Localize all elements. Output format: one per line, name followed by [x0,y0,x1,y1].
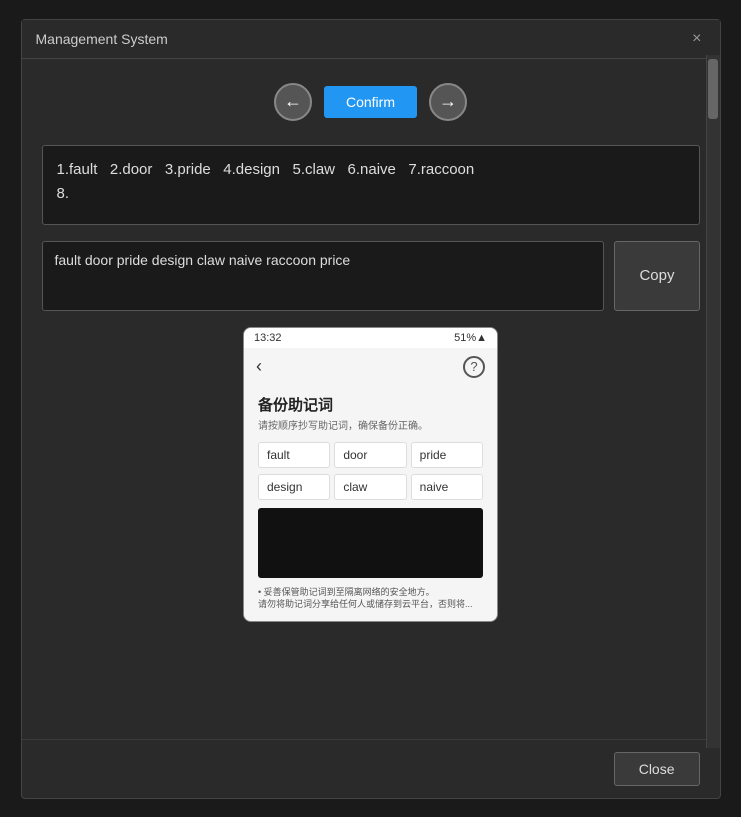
phone-footer-line2: 请勿将助记词分享给任何人或储存到云平台，否则将... [258,599,473,609]
forward-icon: → [439,91,457,112]
dialog-close-button[interactable]: × [688,30,705,48]
phone-word-6: naive [411,474,483,500]
close-button[interactable]: Close [614,752,700,786]
forward-button[interactable]: → [429,83,467,121]
phone-footer-text: • 妥善保管助记词到至隔离网络的安全地方。 请勿将助记词分享给任何人或储存到云平… [258,586,483,611]
mnemonic-numbered-display: 1.fault 2.door 3.pride 4.design 5.claw 6… [42,145,700,225]
back-button[interactable]: ← [274,83,312,121]
phone-word-4: design [258,474,330,500]
phone-black-box [258,508,483,578]
mnemonic-plain-area: fault door pride design claw naive racco… [42,241,605,311]
mnemonic-numbered-text: 1.fault 2.door 3.pride 4.design 5.claw 6… [57,161,475,202]
phone-statusbar: 13:32 51%▲ [244,328,497,348]
phone-mockup: 13:32 51%▲ ‹ ? 备份助记词 请按顺序抄写助记词，确保备份正确。 f… [243,327,498,622]
phone-content: 备份助记词 请按顺序抄写助记词，确保备份正确。 fault door pride… [244,386,497,621]
phone-word-3: pride [411,442,483,468]
phone-page-subtitle: 请按顺序抄写助记词，确保备份正确。 [258,417,483,432]
management-dialog: Management System × ← Confirm → 1.fault … [21,19,721,799]
phone-header: ‹ ? [244,348,497,386]
copy-button[interactable]: Copy [614,241,699,311]
nav-row: ← Confirm → [42,79,700,129]
phone-footer-line1: • 妥善保管助记词到至隔离网络的安全地方。 [258,587,435,597]
phone-signal: 51%▲ [454,332,487,344]
confirm-button[interactable]: Confirm [324,86,417,118]
phone-word-5: claw [334,474,406,500]
phone-words-grid: fault door pride design claw naive [258,442,483,500]
phone-help-icon[interactable]: ? [463,356,485,378]
phone-word-1: fault [258,442,330,468]
phone-word-2: door [334,442,406,468]
phone-page-title: 备份助记词 [258,394,483,415]
scrollbar-thumb[interactable] [708,59,718,119]
dialog-titlebar: Management System × [22,20,720,59]
mnemonic-plain-text: fault door pride design claw naive racco… [55,252,592,268]
copy-row: fault door pride design claw naive racco… [42,241,700,311]
phone-time: 13:32 [254,332,282,344]
back-icon: ← [284,91,302,112]
phone-back-arrow[interactable]: ‹ [256,356,262,377]
dialog-body: ← Confirm → 1.fault 2.door 3.pride 4.des… [22,59,720,739]
scrollbar[interactable] [706,55,720,748]
dialog-footer: Close [22,739,720,798]
dialog-title: Management System [36,31,168,47]
